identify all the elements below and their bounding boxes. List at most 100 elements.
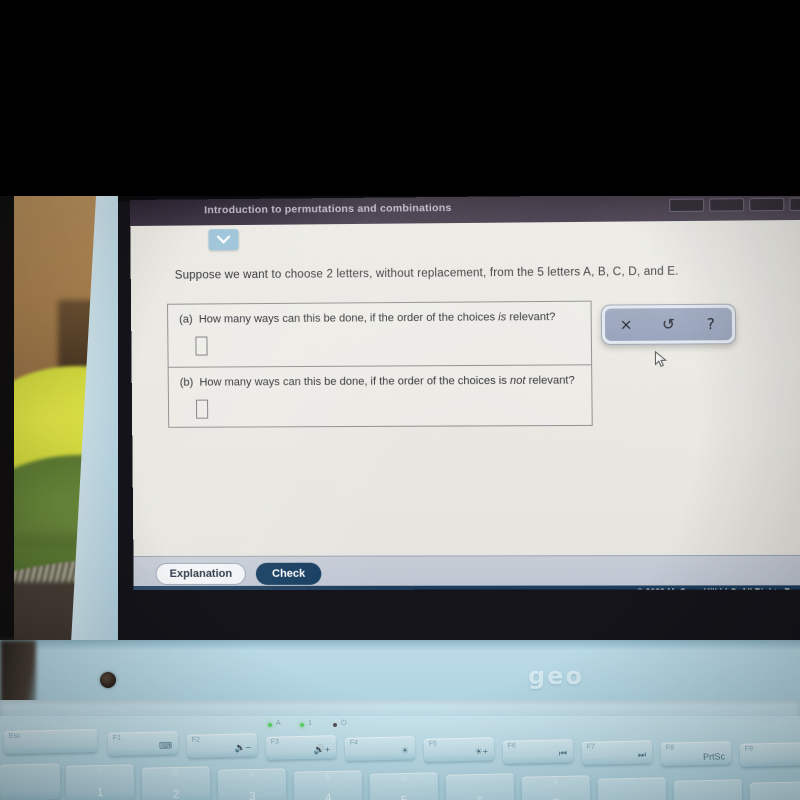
key-5-symbol: % (400, 773, 408, 784)
previous-track-icon: ⏮ (558, 748, 568, 759)
key-f7-label: F7 (586, 743, 596, 751)
question-b-text-after: relevant? (525, 374, 575, 387)
key-f5-label: F5 (428, 740, 438, 748)
key-5[interactable]: % 5 (369, 772, 439, 800)
question-a-text: (a) How many ways can this be done, if t… (179, 311, 555, 326)
page-title: Introduction to permutations and combina… (204, 201, 452, 217)
key-f1-label: F1 (112, 734, 122, 742)
check-button[interactable]: Check (255, 562, 322, 585)
key-7-symbol: & (552, 776, 559, 787)
key-f2-label: F2 (191, 736, 201, 744)
key-6[interactable]: ^ 6 (445, 773, 515, 800)
chevron-down-icon (216, 235, 230, 244)
question-box: (a) How many ways can this be done, if t… (167, 300, 593, 429)
key-4-symbol: $ (325, 771, 331, 782)
browser-tab[interactable] (669, 198, 705, 213)
hinge-screw (100, 672, 116, 688)
key-3[interactable]: # 3 (217, 768, 287, 800)
caps-lock-led (268, 723, 272, 727)
question-row-b: (b) How many ways can this be done, if t… (168, 364, 592, 429)
browser-tab[interactable] (749, 197, 785, 212)
power-led (333, 723, 337, 727)
next-track-icon: ⏭ (637, 749, 647, 760)
question-b-emphasis: not (509, 374, 526, 387)
key-esc[interactable]: Esc (3, 728, 98, 755)
key-1[interactable]: ! 1 (65, 764, 135, 800)
key-2-symbol: @ (171, 767, 180, 778)
key-f8[interactable]: F8 PrtSc (660, 741, 732, 766)
key-f6-label: F6 (507, 742, 517, 750)
laptop-photo: Introduction to permutations and combina… (0, 0, 800, 800)
answer-input-b[interactable] (195, 399, 209, 419)
collapse-toggle-button[interactable] (208, 229, 239, 251)
laptop-base-bevel (0, 640, 800, 650)
answer-toolbar-inner: × ↺ ? (604, 307, 733, 341)
question-a-text-before: How many ways can this be done, if the o… (198, 311, 499, 326)
mouse-cursor (654, 351, 667, 368)
browser-tab-strip[interactable] (669, 197, 800, 213)
lesson-page: Suppose we want to choose 2 letters, wit… (130, 219, 800, 591)
mute-icon: ⌨ (158, 740, 173, 751)
volume-up-icon: 🔊+ (313, 744, 331, 755)
question-b-text: (b) How many ways can this be done, if t… (180, 374, 575, 388)
print-screen-icon: PrtSc (702, 751, 726, 762)
question-a-text-after: relevant? (506, 310, 556, 324)
key-2-number: 2 (172, 786, 180, 800)
key-2[interactable]: @ 2 (141, 766, 211, 800)
key-8-symbol: * (630, 778, 634, 789)
brightness-down-icon: ☀ (400, 745, 410, 756)
key-f3[interactable]: F3 🔊+ (265, 735, 337, 760)
key-f5[interactable]: F5 ☀+ (423, 737, 495, 762)
key-1-symbol: ! (98, 765, 101, 776)
num-lock-led-icon: 1 (308, 720, 312, 727)
key-9[interactable] (673, 779, 743, 800)
key-4-number: 4 (324, 790, 332, 800)
key-f4[interactable]: F4 ☀ (344, 736, 416, 761)
browser-tab[interactable] (789, 197, 800, 211)
photo-letterbox-top (0, 0, 800, 196)
key-f1[interactable]: F1 ⌨ (107, 731, 179, 756)
key-0[interactable] (749, 781, 800, 800)
key-3-symbol: # (249, 769, 255, 780)
key-f3-label: F3 (270, 738, 280, 746)
key-6-number: 6 (477, 794, 484, 800)
laptop-keyboard[interactable]: A 1 ⏻ Esc F1 ⌨ F2 🔉− F3 🔊+ F4 ☀ F5 ☀+ F6… (0, 716, 800, 800)
power-led-icon: ⏻ (341, 720, 347, 727)
key-1-number: 1 (96, 784, 104, 800)
question-b-label: (b) (179, 376, 194, 389)
laptop-screen: Introduction to permutations and combina… (130, 193, 800, 591)
key-7-number: 7 (553, 796, 560, 800)
key-6-symbol: ^ (477, 774, 482, 785)
question-mark-icon[interactable]: ? (695, 314, 726, 332)
key-4[interactable]: $ 4 (293, 770, 363, 800)
key-8[interactable]: * 8 (597, 777, 667, 800)
question-prompt: Suppose we want to choose 2 letters, wit… (174, 265, 679, 282)
key-3-number: 3 (248, 788, 256, 800)
key-f7[interactable]: F7 ⏭ (581, 740, 653, 765)
answer-toolbar: × ↺ ? (600, 303, 737, 346)
key-7[interactable]: & 7 (521, 775, 591, 800)
caps-lock-led-icon: A (276, 720, 281, 727)
browser-tab[interactable] (709, 198, 745, 212)
key-backtick[interactable] (0, 763, 61, 800)
question-b-text-before: How many ways can this be done, if the o… (199, 374, 510, 389)
key-esc-label: Esc (8, 732, 21, 740)
explanation-button[interactable]: Explanation (155, 562, 247, 585)
question-a-label: (a) (179, 313, 193, 326)
key-f8-label: F8 (665, 744, 675, 752)
volume-down-icon: 🔉− (234, 742, 252, 753)
num-lock-led (300, 723, 304, 727)
undo-icon[interactable]: ↺ (653, 315, 684, 333)
key-f4-label: F4 (349, 739, 359, 747)
key-f9[interactable]: F9 (739, 742, 800, 767)
question-row-a: (a) How many ways can this be done, if t… (168, 302, 591, 367)
brightness-up-icon: ☀+ (474, 746, 489, 757)
question-a-emphasis: is (498, 311, 507, 324)
key-f9-label: F9 (744, 745, 754, 753)
dark-left-edge (0, 196, 14, 666)
key-f6[interactable]: F6 ⏮ (502, 739, 574, 764)
answer-input-a[interactable] (195, 336, 208, 356)
laptop-brand-logo: geo (528, 662, 584, 690)
close-icon[interactable]: × (611, 315, 642, 333)
key-f2[interactable]: F2 🔉− (186, 733, 258, 758)
